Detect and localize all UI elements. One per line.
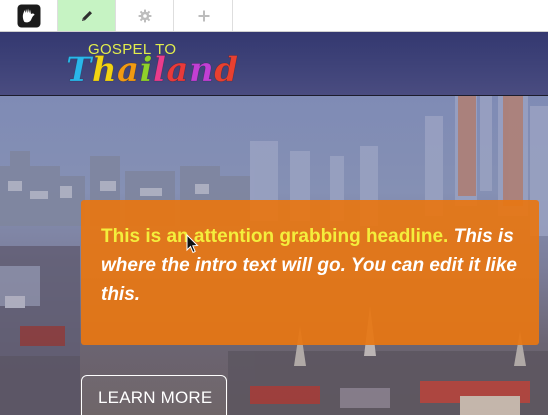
hero-section: This is an attention grabbing headline. …	[0, 96, 548, 415]
add-block-button[interactable]	[175, 0, 233, 31]
plus-icon	[198, 10, 210, 22]
callout-text[interactable]: This is an attention grabbing headline. …	[101, 222, 521, 309]
concrete5-logo-button[interactable]	[0, 0, 58, 31]
learn-more-button[interactable]: LEARN MORE	[81, 375, 227, 415]
logo-letter: T	[66, 50, 92, 90]
hero-callout: This is an attention grabbing headline. …	[81, 200, 539, 345]
pencil-icon	[80, 9, 94, 23]
settings-button[interactable]	[116, 0, 174, 31]
site-header: GOSPEL TO Thailand	[0, 32, 548, 96]
logo-letter: a	[166, 50, 189, 90]
mouse-cursor-icon	[186, 234, 199, 254]
hero-headline: This is an attention grabbing headline.	[101, 226, 449, 247]
logo-letter: d	[214, 50, 239, 90]
logo-letter: l	[153, 50, 167, 90]
logo-letter: h	[91, 50, 118, 90]
site-logo[interactable]: GOSPEL TO Thailand	[66, 40, 239, 94]
edit-toolbar	[0, 0, 548, 32]
edit-mode-button[interactable]	[58, 0, 116, 31]
gear-icon	[138, 9, 152, 23]
logo-wordmark: Thailand	[66, 50, 239, 90]
logo-letter: i	[139, 50, 153, 90]
logo-letter: a	[117, 50, 140, 90]
concrete5-hand-icon	[17, 4, 41, 28]
logo-letter: n	[188, 50, 215, 90]
